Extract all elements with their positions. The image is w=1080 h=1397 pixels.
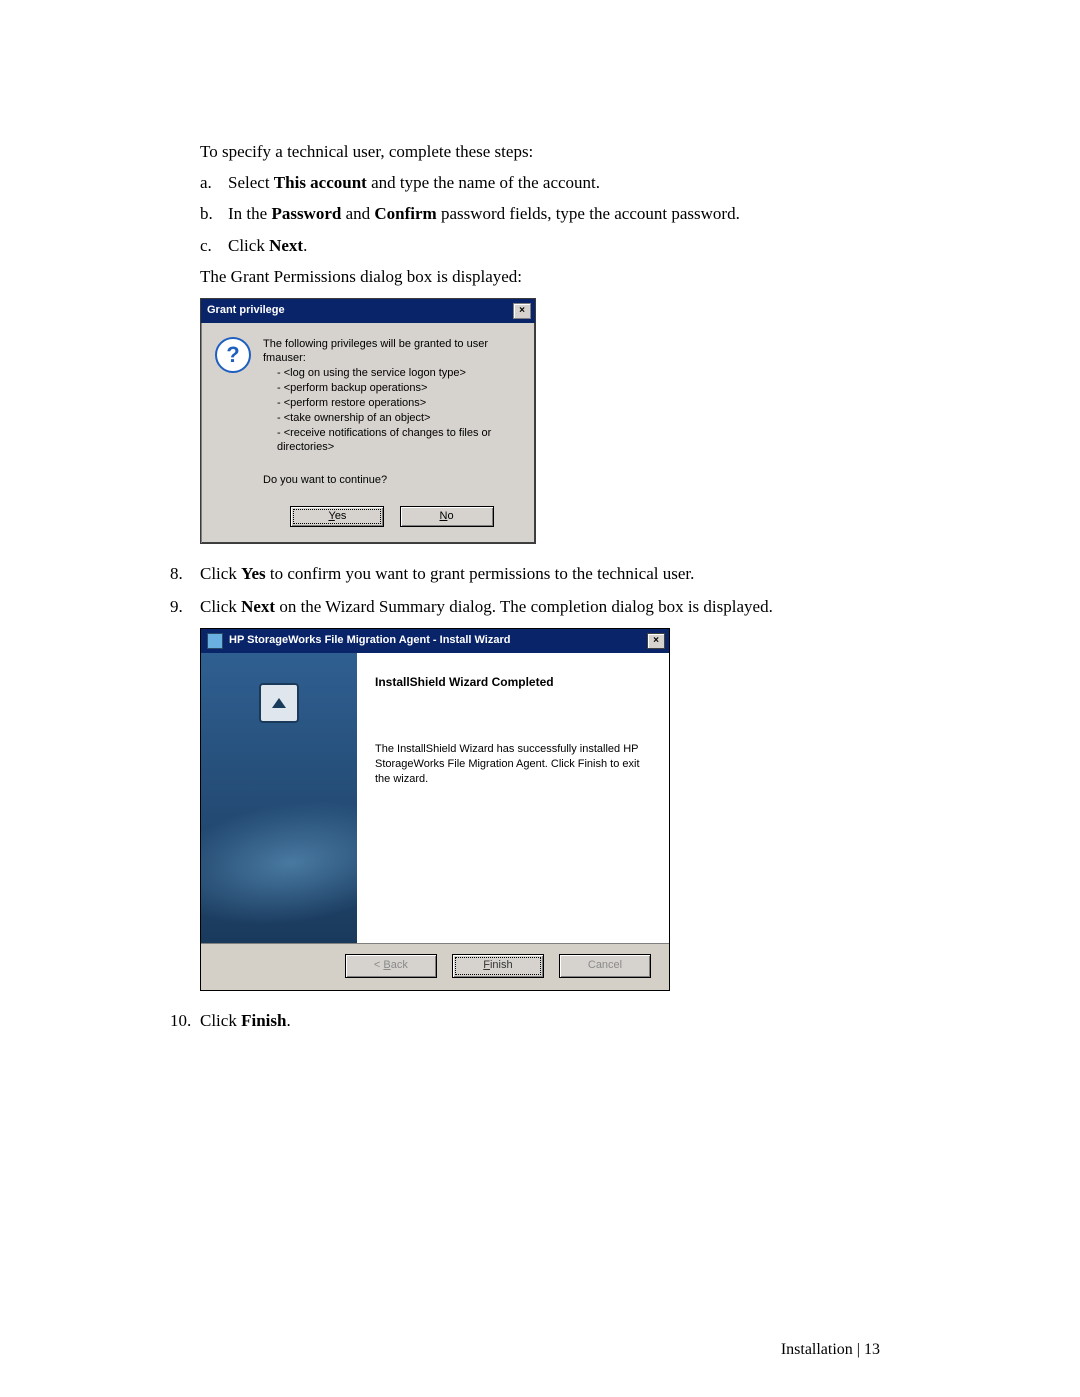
wizard-heading: InstallShield Wizard Completed xyxy=(375,673,647,692)
step-marker: c. xyxy=(200,232,228,259)
document-page: To specify a technical user, complete th… xyxy=(0,0,1080,1397)
close-icon[interactable]: × xyxy=(513,303,531,319)
step-marker: 9. xyxy=(170,593,200,620)
step-a: a. Select This account and type the name… xyxy=(200,169,880,196)
continue-prompt: Do you want to continue? xyxy=(263,473,521,488)
dialog-titlebar: Grant privilege × xyxy=(201,299,535,323)
dialog-title: HP StorageWorks File Migration Agent - I… xyxy=(229,632,510,650)
question-icon: ? xyxy=(215,337,251,373)
step-10: 10. Click Finish. xyxy=(170,1007,880,1034)
intro-text: To specify a technical user, complete th… xyxy=(200,138,880,165)
wizard-body-text: The InstallShield Wizard has successfull… xyxy=(375,742,647,787)
dialog-titlebar: HP StorageWorks File Migration Agent - I… xyxy=(201,629,669,653)
step-b: b. In the Password and Confirm password … xyxy=(200,200,880,227)
no-button[interactable]: No xyxy=(400,506,494,527)
step-body: Select This account and type the name of… xyxy=(228,169,880,196)
step-marker: b. xyxy=(200,200,228,227)
wizard-sidebar xyxy=(201,653,357,943)
step-body: In the Password and Confirm password fie… xyxy=(228,200,880,227)
step-body: Click Next. xyxy=(228,232,880,259)
dialog-title: Grant privilege xyxy=(207,302,285,320)
close-icon[interactable]: × xyxy=(647,633,665,649)
step-c: c. Click Next. xyxy=(200,232,880,259)
dialog-text: The following privileges will be granted… xyxy=(263,337,521,527)
step-marker: 10. xyxy=(170,1007,200,1034)
step-body: Click Finish. xyxy=(200,1007,880,1034)
wizard-content: InstallShield Wizard Completed The Insta… xyxy=(357,653,669,943)
dialog-body: ? The following privileges will be grant… xyxy=(201,323,535,543)
cancel-button[interactable]: Cancel xyxy=(559,954,651,978)
step-marker: 8. xyxy=(170,560,200,587)
step-body: Click Next on the Wizard Summary dialog.… xyxy=(200,593,880,620)
wizard-footer: < Back Finish Cancel xyxy=(201,943,669,990)
step-8: 8. Click Yes to confirm you want to gran… xyxy=(170,560,880,587)
grant-dialog-intro: The Grant Permissions dialog box is disp… xyxy=(200,263,880,290)
app-icon xyxy=(207,633,223,649)
back-button[interactable]: < Back xyxy=(345,954,437,978)
page-footer: Installation | 13 xyxy=(781,1337,880,1363)
step-body: Click Yes to confirm you want to grant p… xyxy=(200,560,880,587)
finish-button[interactable]: Finish xyxy=(452,954,544,978)
install-wizard-dialog: HP StorageWorks File Migration Agent - I… xyxy=(200,628,670,990)
step-9: 9. Click Next on the Wizard Summary dial… xyxy=(170,593,880,620)
grant-privilege-dialog: Grant privilege × ? The following privil… xyxy=(200,298,536,544)
step-marker: a. xyxy=(200,169,228,196)
wizard-logo-icon xyxy=(259,683,299,723)
yes-button[interactable]: Yes xyxy=(290,506,384,527)
